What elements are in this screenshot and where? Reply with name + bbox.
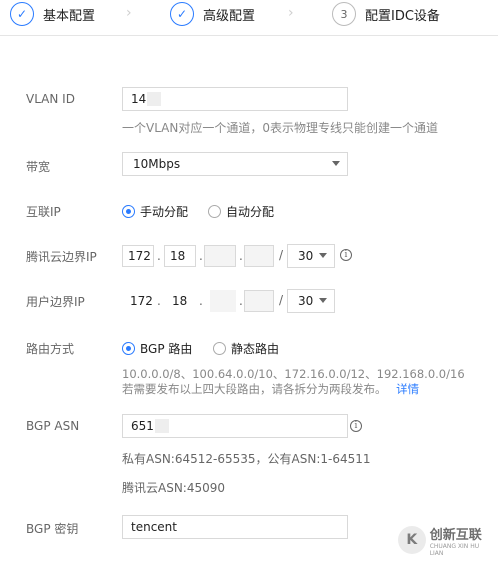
caret-down-icon bbox=[332, 161, 340, 166]
vlan-id-value: 14 bbox=[131, 92, 147, 106]
watermark-logo: K 创新互联 CHUANG XIN HU LIAN bbox=[398, 520, 494, 560]
radio-unchecked-icon bbox=[213, 342, 226, 355]
watermark-title: 创新互联 bbox=[429, 527, 482, 543]
tencent-ip-octet-3[interactable] bbox=[204, 245, 236, 267]
bandwidth-label: 带宽 bbox=[26, 160, 51, 174]
radio-label: 手动分配 bbox=[140, 205, 189, 219]
step-progress-bar: ✓ 基本配置 › ✓ 高级配置 › 3 配置IDC设备 bbox=[0, 0, 498, 36]
user-ip-mask-select[interactable]: 30 bbox=[287, 289, 335, 313]
redacted-mask bbox=[147, 92, 162, 106]
ip-slash: / bbox=[279, 293, 284, 307]
bgp-key-label: BGP 密钥 bbox=[26, 522, 79, 536]
check-icon: ✓ bbox=[10, 2, 34, 26]
bgp-asn-input[interactable]: 651 bbox=[122, 414, 348, 438]
step-basic-config[interactable]: ✓ 基本配置 bbox=[10, 0, 95, 28]
tencent-border-ip-label: 腾讯云边界IP bbox=[26, 250, 97, 264]
tencent-ip-octet-4[interactable] bbox=[244, 245, 274, 267]
tencent-ip-mask-select[interactable]: 30 bbox=[287, 244, 335, 268]
bgp-asn-value: 651 bbox=[131, 419, 154, 433]
bandwidth-value: 10Mbps bbox=[133, 157, 181, 171]
user-border-ip-label: 用户边界IP bbox=[26, 295, 85, 309]
radio-auto-allocation[interactable]: 自动分配 bbox=[208, 203, 274, 220]
radio-unchecked-icon bbox=[208, 205, 221, 218]
ip-dot: . bbox=[199, 294, 203, 308]
user-ip-octet-4[interactable] bbox=[244, 290, 274, 312]
radio-label: 静态路由 bbox=[231, 342, 280, 356]
check-icon: ✓ bbox=[170, 2, 194, 26]
vlan-id-input[interactable]: 14 bbox=[122, 87, 348, 111]
bgp-asn-label: BGP ASN bbox=[26, 419, 80, 433]
radio-static-routing[interactable]: 静态路由 bbox=[213, 340, 279, 357]
routing-hint-split: 若需要发布以上四大段路由，请各拆分为两段发布。 详情 bbox=[122, 381, 419, 397]
ip-slash: / bbox=[279, 248, 284, 262]
step-advanced-config[interactable]: ✓ 高级配置 bbox=[170, 0, 255, 28]
user-ip-octet-2[interactable]: 18 bbox=[172, 294, 187, 308]
caret-down-icon bbox=[319, 253, 327, 258]
vlan-id-label: VLAN ID bbox=[26, 92, 75, 106]
chevron-right-icon: › bbox=[288, 5, 294, 21]
user-ip-octet-1[interactable]: 172 bbox=[130, 294, 153, 308]
ip-dot: . bbox=[157, 294, 161, 308]
bgp-key-value: tencent bbox=[131, 520, 177, 534]
radio-checked-icon bbox=[122, 342, 135, 355]
info-icon[interactable]: i bbox=[340, 249, 352, 261]
octet-value: 18 bbox=[170, 249, 186, 263]
step-label: 配置IDC设备 bbox=[365, 8, 440, 24]
tencent-ip-octet-2[interactable]: 18 bbox=[164, 245, 196, 267]
tencent-ip-octet-1[interactable]: 172 bbox=[122, 245, 154, 267]
step-idc-config[interactable]: 3 配置IDC设备 bbox=[332, 0, 440, 28]
bandwidth-select[interactable]: 10Mbps bbox=[122, 152, 348, 176]
step-label: 高级配置 bbox=[203, 8, 256, 24]
routing-method-label: 路由方式 bbox=[26, 342, 75, 356]
ip-dot: . bbox=[157, 249, 161, 263]
mask-value: 30 bbox=[298, 294, 314, 308]
tencent-asn-hint: 腾讯云ASN:45090 bbox=[122, 481, 226, 495]
caret-down-icon bbox=[319, 298, 327, 303]
ip-dot: . bbox=[239, 249, 243, 263]
interconnect-ip-label: 互联IP bbox=[26, 205, 61, 219]
vlan-id-hint: 一个VLAN对应一个通道，0表示物理专线只能创建一个通道 bbox=[122, 121, 438, 135]
asn-range-hint: 私有ASN:64512-65535，公有ASN:1-64511 bbox=[122, 452, 371, 466]
ip-dot: . bbox=[199, 249, 203, 263]
step-label: 基本配置 bbox=[43, 8, 96, 24]
ip-dot: . bbox=[239, 294, 243, 308]
radio-label: 自动分配 bbox=[226, 205, 275, 219]
redacted-mask bbox=[154, 419, 169, 433]
routing-hint-ranges: 10.0.0.0/8、100.64.0.0/10、172.16.0.0/12、1… bbox=[122, 367, 465, 381]
step-number-icon: 3 bbox=[332, 2, 356, 26]
bgp-key-input[interactable]: tencent bbox=[122, 515, 348, 539]
radio-manual-allocation[interactable]: 手动分配 bbox=[122, 203, 188, 220]
mask-value: 30 bbox=[298, 249, 314, 263]
radio-bgp-routing[interactable]: BGP 路由 bbox=[122, 340, 192, 357]
routing-hint-text: 若需要发布以上四大段路由，请各拆分为两段发布。 bbox=[122, 382, 387, 396]
radio-checked-icon bbox=[122, 205, 135, 218]
user-ip-octet-3[interactable] bbox=[210, 290, 236, 312]
info-icon[interactable]: i bbox=[350, 420, 362, 432]
watermark-subtitle: CHUANG XIN HU LIAN bbox=[429, 542, 480, 557]
brand-logo-icon: K bbox=[398, 526, 426, 554]
radio-label: BGP 路由 bbox=[140, 342, 193, 356]
chevron-right-icon: › bbox=[126, 5, 132, 21]
details-link[interactable]: 详情 bbox=[396, 382, 419, 396]
octet-value: 172 bbox=[128, 249, 151, 263]
